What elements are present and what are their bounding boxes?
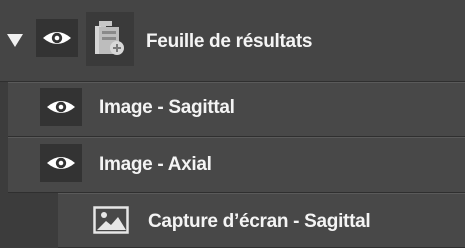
image-icon bbox=[92, 205, 130, 235]
tree-row-label: Capture d’écran - Sagittal bbox=[148, 211, 371, 232]
tree-row-label: Image - Axial bbox=[99, 154, 212, 175]
eye-icon[interactable] bbox=[40, 88, 82, 126]
triangle-down-icon[interactable] bbox=[7, 34, 23, 47]
eye-icon[interactable] bbox=[36, 19, 78, 57]
tree-row-image-axial[interactable]: Image - Axial bbox=[8, 137, 465, 193]
tree-row-image-sagittal[interactable]: Image - Sagittal bbox=[8, 82, 465, 137]
tree-row-screenshot-sagittal[interactable]: Capture d’écran - Sagittal bbox=[58, 193, 465, 248]
tree-row-label: Image - Sagittal bbox=[99, 97, 235, 118]
tree-row-results-sheet[interactable]: Feuille de résultats bbox=[0, 0, 465, 82]
results-sheet-icon bbox=[86, 12, 134, 66]
results-tree-panel: Feuille de résultats Image - Sagittal Im… bbox=[0, 0, 465, 248]
tree-row-label: Feuille de résultats bbox=[146, 31, 313, 52]
eye-icon[interactable] bbox=[40, 144, 82, 182]
